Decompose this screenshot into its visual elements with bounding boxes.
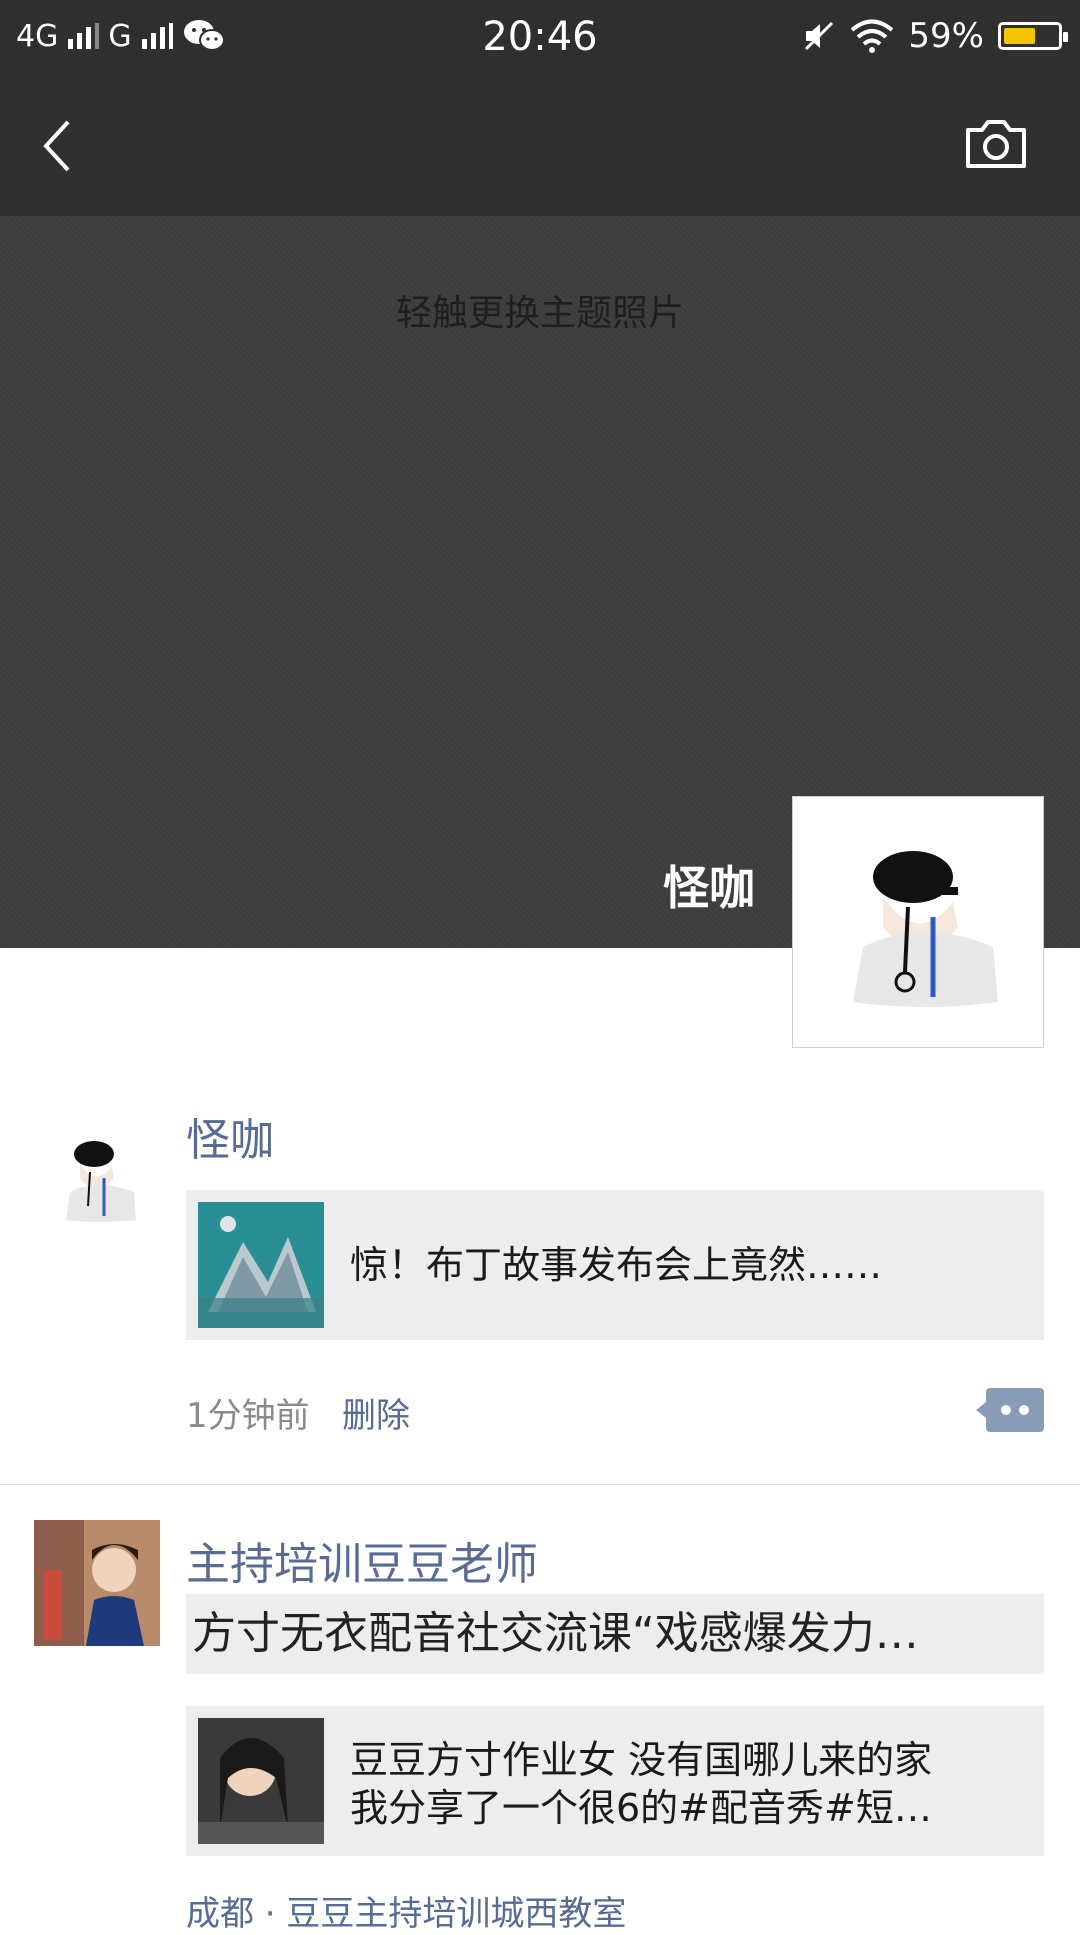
- delete-button[interactable]: 删除: [342, 1388, 410, 1437]
- nav-bar: [0, 76, 1080, 216]
- change-cover-hint[interactable]: 轻触更换主题照片: [0, 284, 1080, 336]
- thumbnail-image: [198, 1202, 324, 1328]
- comment-icon[interactable]: [976, 1388, 1044, 1432]
- battery-fill: [1004, 28, 1035, 44]
- link-title: 惊！布丁故事发布会上竟然……: [350, 1243, 883, 1287]
- link-card[interactable]: 豆豆方寸作业女 没有国哪儿来的家 我分享了一个很6的#配音秀#短…: [186, 1706, 1044, 1856]
- link-thumbnail: [198, 1202, 324, 1328]
- camera-icon[interactable]: [964, 116, 1028, 172]
- post-avatar[interactable]: [34, 1116, 160, 1242]
- wifi-icon: [851, 19, 894, 53]
- profile-name: 怪咖: [663, 861, 755, 915]
- link-title-line2: 我分享了一个很6的#配音秀#短…: [350, 1786, 932, 1830]
- post-author[interactable]: 主持培训豆豆老师: [186, 1528, 538, 1592]
- back-button[interactable]: [38, 116, 78, 176]
- divider: [0, 1484, 1080, 1485]
- status-right: 59%: [802, 16, 1068, 56]
- avatar-illustration: [853, 851, 998, 1007]
- post-location[interactable]: 成都 · 豆豆主持培训城西教室: [186, 1886, 626, 1935]
- link-thumbnail: [198, 1718, 324, 1844]
- status-bar: 4G G 20:46 59%: [0, 0, 1080, 76]
- post-avatar[interactable]: [34, 1520, 160, 1646]
- avatar-photo: [34, 1520, 160, 1646]
- link-title: 豆豆方寸作业女 没有国哪儿来的家 我分享了一个很6的#配音秀#短…: [350, 1706, 1024, 1886]
- battery-percent: 59%: [908, 16, 984, 56]
- post-text[interactable]: 方寸无衣配音社交流课“戏感爆发力…: [186, 1594, 1044, 1674]
- battery-icon: [998, 22, 1068, 50]
- post-author[interactable]: 怪咖: [186, 1104, 274, 1168]
- post-time: 1分钟前: [186, 1396, 310, 1436]
- link-title-line1: 豆豆方寸作业女 没有国哪儿来的家: [350, 1738, 933, 1782]
- link-card[interactable]: 惊！布丁故事发布会上竟然……: [186, 1190, 1044, 1340]
- thumbnail-image: [198, 1718, 324, 1844]
- mute-icon: [805, 21, 834, 51]
- avatar-illustration: [34, 1116, 160, 1242]
- profile-avatar[interactable]: [792, 796, 1044, 1048]
